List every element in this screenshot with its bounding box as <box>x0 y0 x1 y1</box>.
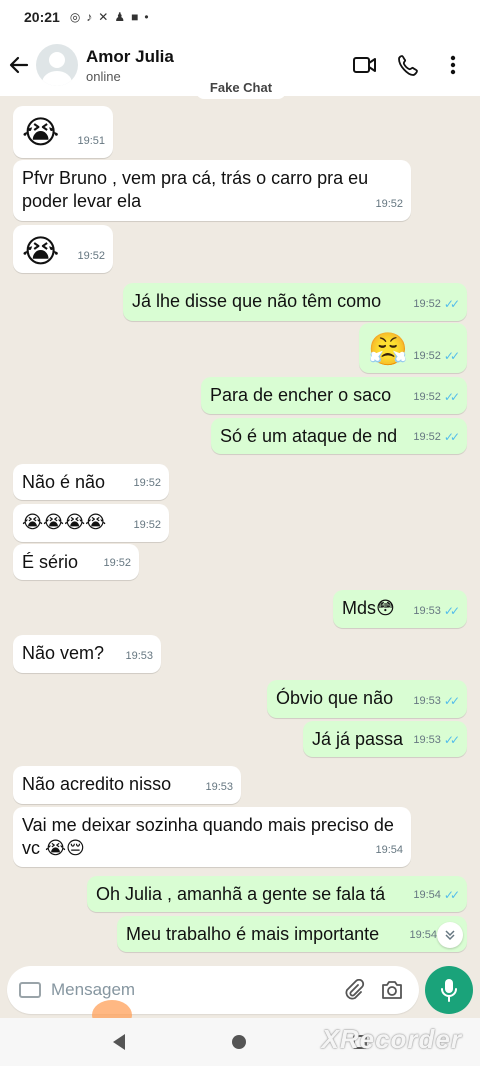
message-text: Pfvr Bruno , vem pra cá, trás o carro pr… <box>22 168 374 211</box>
message-bubble[interactable]: Não acredito nisso 19:53 <box>13 766 241 804</box>
read-ticks-icon: ✓✓ <box>443 733 460 747</box>
message-bubble[interactable]: Pfvr Bruno , vem pra cá, trás o carro pr… <box>13 160 411 221</box>
message-bubble[interactable]: Já lhe disse que não têm como 19:52 ✓✓ <box>123 283 467 321</box>
message-time: 19:52 <box>413 350 441 362</box>
mic-icon <box>441 979 457 1002</box>
message-bubble[interactable]: Mds😳 19:53 ✓✓ <box>333 590 467 628</box>
camera-icon[interactable] <box>377 975 407 1005</box>
capcut-icon: ✕ <box>98 10 109 24</box>
mic-button[interactable] <box>425 966 473 1014</box>
dot-icon: • <box>144 10 149 24</box>
message-text: 😭😭😭😭 <box>22 512 107 532</box>
message-bubble[interactable]: Já já passa 19:53 ✓✓ <box>303 721 467 757</box>
message-text: Já já passa <box>312 729 404 749</box>
message-text: Não vem? <box>22 643 105 663</box>
back-arrow-icon[interactable] <box>2 48 36 82</box>
message-bubble[interactable]: 😭 19:51 <box>13 106 113 158</box>
message-bubble[interactable]: 😤 19:52 ✓✓ <box>359 323 467 373</box>
message-time: 19:52 <box>133 519 161 531</box>
read-ticks-icon: ✓✓ <box>443 430 460 444</box>
message-text: Para de encher o saco <box>210 385 392 405</box>
message-bubble[interactable]: Meu trabalho é mais importante 19:54 <box>117 916 467 952</box>
message-time: 19:53 <box>413 695 441 707</box>
message-text: Não é não <box>22 472 106 492</box>
chat-area[interactable]: 😭 19:51 Pfvr Bruno , vem pra cá, trás o … <box>0 96 480 962</box>
message-text: É sério <box>22 552 79 572</box>
message-text: 😭 <box>22 114 60 150</box>
message-time: 19:53 <box>125 650 153 662</box>
message-bubble[interactable]: Só é um ataque de nd 19:52 ✓✓ <box>211 418 467 454</box>
message-text: Não acredito nisso <box>22 774 172 794</box>
chevron-down-icon <box>445 930 455 941</box>
whatsapp-icon: ◎ <box>69 10 81 24</box>
video-icon: ■ <box>131 10 139 24</box>
video-call-icon[interactable] <box>352 52 378 78</box>
message-text: Óbvio que não <box>276 688 394 708</box>
read-ticks-icon: ✓✓ <box>443 297 460 311</box>
avatar[interactable] <box>36 44 78 86</box>
notification-icon: ♟ <box>114 10 126 24</box>
message-time: 19:52 <box>413 391 441 403</box>
message-time: 19:53 <box>205 781 233 793</box>
message-text: Meu trabalho é mais importante <box>126 924 380 944</box>
message-text: Oh Julia , amanhã a gente se fala tá <box>96 884 386 904</box>
message-time: 19:52 <box>375 198 403 210</box>
message-bubble[interactable]: Vai me deixar sozinha quando mais precis… <box>13 807 411 867</box>
message-input-box[interactable]: Mensagem <box>7 966 419 1014</box>
message-text: Vai me deixar sozinha quando mais precis… <box>22 815 399 858</box>
message-bubble[interactable]: É sério 19:52 <box>13 544 139 580</box>
message-time: 19:54 <box>375 844 403 856</box>
more-options-icon[interactable] <box>440 52 466 78</box>
message-time: 19:52 <box>413 298 441 310</box>
message-bubble[interactable]: Não vem? 19:53 <box>13 635 161 673</box>
read-ticks-icon: ✓✓ <box>443 888 460 902</box>
composer: Mensagem <box>0 962 480 1018</box>
nav-home-icon[interactable] <box>231 1035 246 1049</box>
contact-name: Amor Julia <box>86 46 174 66</box>
message-text: 😤 <box>368 331 408 367</box>
read-ticks-icon: ✓✓ <box>443 390 460 404</box>
message-bubble[interactable]: 😭😭😭😭 19:52 <box>13 504 169 542</box>
message-time: 19:53 <box>413 734 441 746</box>
nav-back-icon[interactable] <box>113 1034 126 1050</box>
message-text: Mds😳 <box>342 598 395 618</box>
message-text: Só é um ataque de nd <box>220 426 398 446</box>
status-time: 20:21 <box>24 9 60 25</box>
message-bubble[interactable]: Não é não 19:52 <box>13 464 169 500</box>
tiktok-icon: ♪ <box>86 10 93 24</box>
read-ticks-icon: ✓✓ <box>443 604 460 618</box>
message-bubble[interactable]: Oh Julia , amanhã a gente se fala tá 19:… <box>87 876 467 912</box>
message-time: 19:51 <box>77 135 105 147</box>
message-bubble[interactable]: Para de encher o saco 19:52 ✓✓ <box>201 377 467 414</box>
voice-call-icon[interactable] <box>396 52 422 78</box>
keyboard-icon[interactable] <box>19 982 41 998</box>
message-bubble[interactable]: Óbvio que não 19:53 ✓✓ <box>267 680 467 718</box>
read-ticks-icon: ✓✓ <box>443 694 460 708</box>
message-time: 19:52 <box>103 557 131 569</box>
message-time: 19:53 <box>413 605 441 617</box>
message-bubble[interactable]: 😭 19:52 <box>13 225 113 273</box>
message-time: 19:52 <box>77 250 105 262</box>
status-bar: 20:21 ◎ ♪ ✕ ♟ ■ • <box>0 0 480 34</box>
message-text: Já lhe disse que não têm como <box>132 291 382 311</box>
recorder-watermark: XRecorder <box>321 1024 462 1054</box>
message-time: 19:52 <box>413 431 441 443</box>
message-time: 19:52 <box>133 477 161 489</box>
message-time: 19:54 <box>409 929 437 941</box>
read-ticks-icon: ✓✓ <box>443 349 460 363</box>
message-text: 😭 <box>22 233 60 269</box>
message-input[interactable]: Mensagem <box>51 980 331 1000</box>
message-time: 19:54 <box>413 889 441 901</box>
attach-icon[interactable] <box>339 975 369 1005</box>
scroll-down-button[interactable] <box>437 922 463 948</box>
